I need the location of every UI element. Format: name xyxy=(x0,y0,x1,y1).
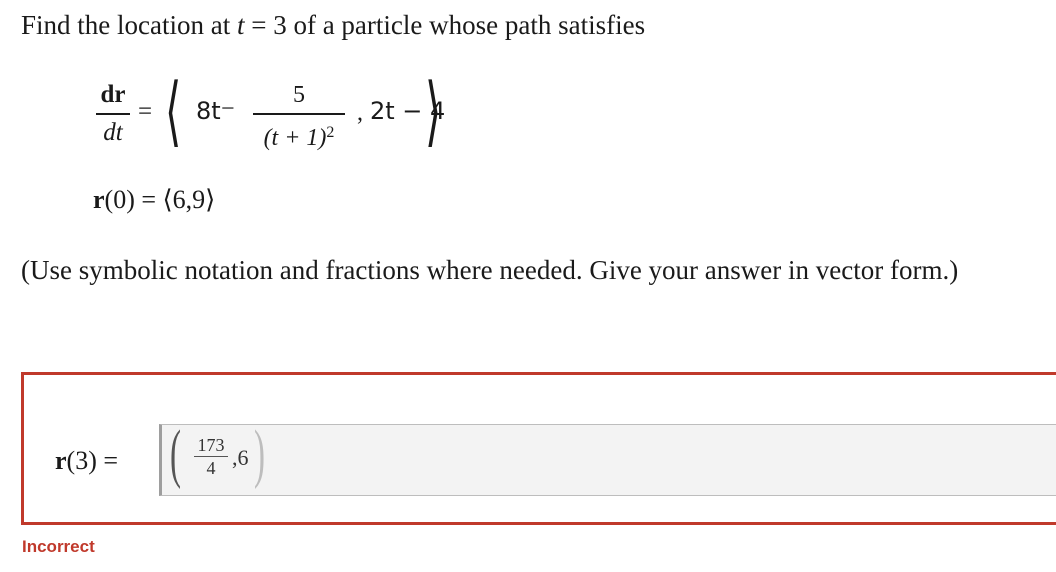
initial-condition-function: r xyxy=(93,185,105,214)
answer-left-bracket: ( xyxy=(170,417,181,490)
right-angle-bracket: ⟩ xyxy=(425,70,442,154)
answer-right-bracket: ) xyxy=(254,417,265,490)
derivative-denominator: dt xyxy=(103,119,123,146)
first-component-term: 8t xyxy=(196,97,221,125)
fraction-bar xyxy=(96,113,130,115)
answer-fraction-denominator: 4 xyxy=(206,458,216,478)
question-text: Find the location at t = 3 of a particle… xyxy=(21,10,645,41)
answer-fraction-numerator: 173 xyxy=(197,435,225,455)
answer-second-component: ,6 xyxy=(232,445,249,470)
question-prefix: Find the location at xyxy=(21,10,237,40)
answer-status-label: Incorrect xyxy=(22,537,95,556)
rational-fraction: 5 (t + 1)2 xyxy=(253,80,345,151)
equals-sign: = xyxy=(138,98,153,125)
fraction-bar xyxy=(253,113,345,115)
left-angle-bracket: ⟨ xyxy=(165,70,182,154)
question-suffix: = 3 of a particle whose path satisfies xyxy=(244,10,646,40)
fraction-denominator: (t + 1)2 xyxy=(253,118,345,151)
component-separator: , xyxy=(357,100,363,126)
answer-label-function: r xyxy=(55,446,67,475)
instructions-text: (Use symbolic notation and fractions whe… xyxy=(21,255,959,285)
answer-fraction: 173 4 xyxy=(194,435,228,478)
fraction-denominator-base: (t + 1) xyxy=(263,125,327,151)
answer-label: r(3) = xyxy=(55,446,118,476)
answer-fraction-bar xyxy=(194,456,228,457)
fraction-denominator-exponent: 2 xyxy=(326,124,335,141)
initial-condition-value: (0) = ⟨6,9⟩ xyxy=(104,185,216,214)
derivative-fraction: dr dt xyxy=(96,80,130,148)
fraction-numerator: 5 xyxy=(293,82,305,108)
derivative-numerator: dr xyxy=(100,81,126,108)
initial-condition: r(0) = ⟨6,9⟩ xyxy=(93,185,215,215)
answer-label-rest: (3) = xyxy=(66,446,119,475)
answer-input-field[interactable]: ( 173 4 ,6 ) xyxy=(159,417,1056,496)
minus-sign: − xyxy=(221,96,235,122)
